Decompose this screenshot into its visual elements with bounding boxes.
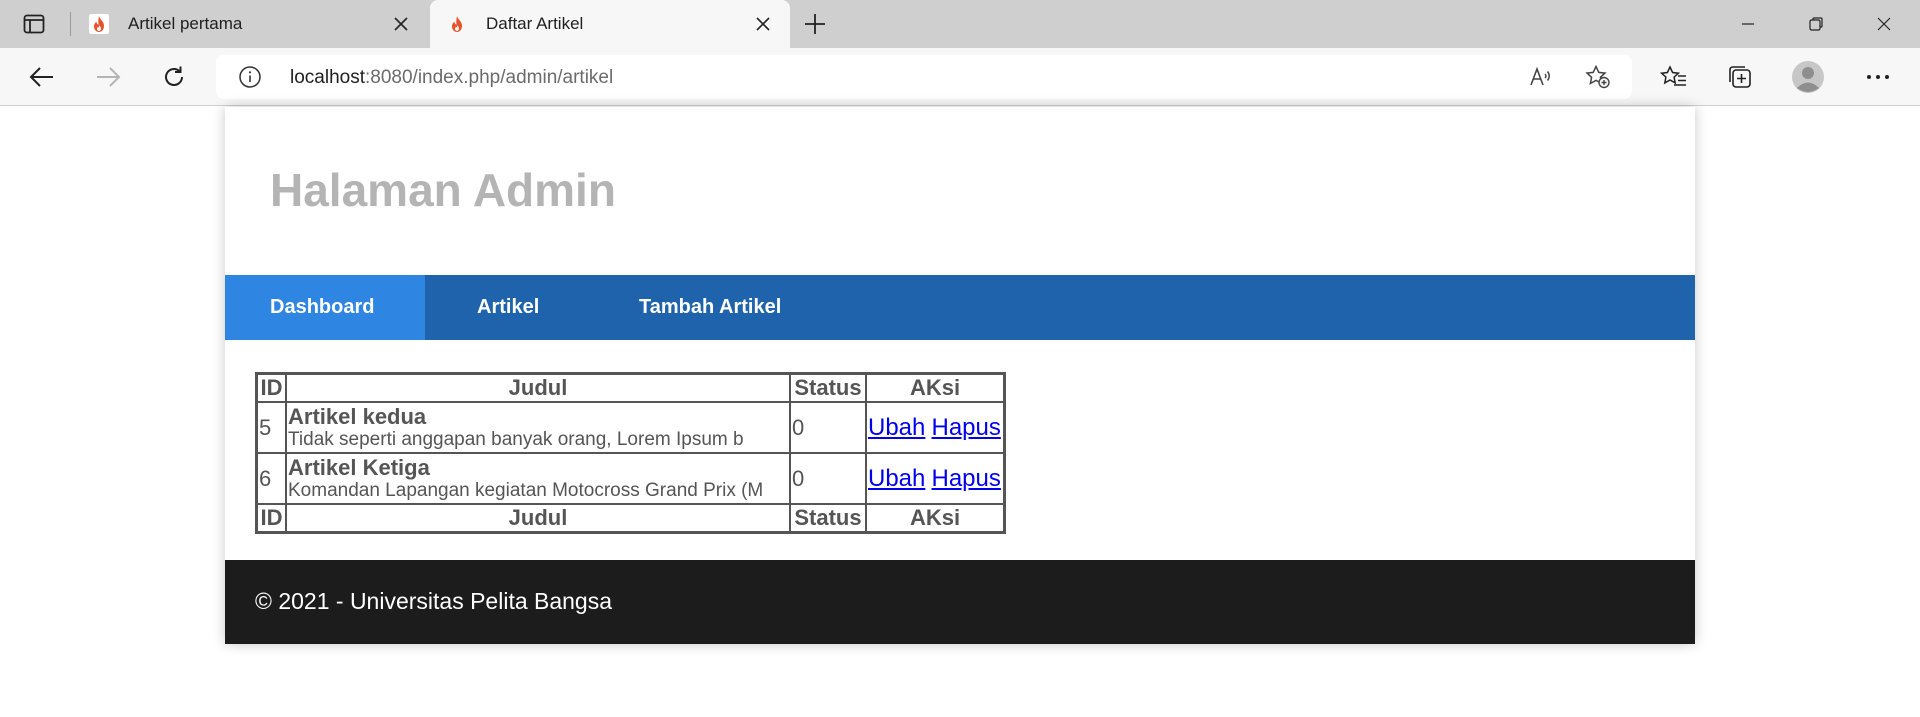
- address-bar[interactable]: localhost:8080/index.php/admin/artikel: [216, 55, 1632, 99]
- arrow-right-icon: [97, 67, 121, 87]
- tab-actions-button[interactable]: [20, 12, 48, 36]
- nav-dashboard-link[interactable]: Dashboard: [225, 275, 425, 340]
- flame-icon: [446, 13, 468, 35]
- page-viewport: Halaman Admin Dashboard Artikel Tambah A…: [0, 107, 1920, 717]
- forward-button[interactable]: [90, 60, 126, 94]
- flame-icon: [88, 13, 110, 35]
- minimize-icon: [1742, 23, 1754, 25]
- table-row: 5 Artikel kedua Tidak seperti anggapan b…: [257, 402, 1004, 453]
- browser-toolbar: localhost:8080/index.php/admin/artikel: [0, 48, 1920, 106]
- new-tab-button[interactable]: [800, 10, 830, 38]
- collections-button[interactable]: [1722, 60, 1758, 94]
- cell-judul: Artikel kedua Tidak seperti anggapan ban…: [286, 402, 790, 453]
- url-host: localhost: [290, 67, 365, 88]
- url-text[interactable]: localhost:8080/index.php/admin/artikel: [290, 67, 613, 89]
- cell-status: 0: [790, 453, 866, 504]
- close-icon[interactable]: [390, 13, 412, 35]
- table-footer-row: ID Judul Status AKsi: [257, 504, 1004, 532]
- restore-button[interactable]: [1796, 8, 1836, 40]
- url-path: :8080/index.php/admin/artikel: [365, 67, 614, 88]
- browser-tab-bar: Artikel pertama Daftar Artikel: [0, 0, 1920, 48]
- column-footer-id: ID: [257, 504, 286, 532]
- article-title: Artikel kedua: [288, 403, 427, 429]
- close-icon: [1877, 17, 1891, 31]
- profile-button[interactable]: [1790, 60, 1826, 94]
- page-container: Halaman Admin Dashboard Artikel Tambah A…: [225, 107, 1695, 644]
- nav-artikel-link[interactable]: Artikel: [477, 275, 539, 340]
- nav-tambah-artikel-link[interactable]: Tambah Artikel: [639, 275, 781, 340]
- cell-judul: Artikel Ketiga Komandan Lapangan kegiata…: [286, 453, 790, 504]
- reload-button[interactable]: [156, 60, 192, 94]
- back-button[interactable]: [24, 60, 60, 94]
- info-icon[interactable]: [238, 65, 262, 89]
- restore-icon: [1809, 17, 1823, 31]
- column-header-id: ID: [257, 374, 286, 402]
- column-footer-judul: Judul: [286, 504, 790, 532]
- column-footer-aksi: AKsi: [866, 504, 1004, 532]
- close-icon[interactable]: [752, 13, 774, 35]
- main-nav: Dashboard Artikel Tambah Artikel: [225, 275, 1695, 340]
- reload-icon: [165, 66, 183, 86]
- tab-daftar-artikel[interactable]: Daftar Artikel: [430, 0, 790, 48]
- cell-aksi: Ubah Hapus: [866, 402, 1004, 453]
- edit-link[interactable]: Ubah: [868, 414, 925, 441]
- footer-text: © 2021 - Universitas Pelita Bangsa: [255, 588, 613, 614]
- article-excerpt: Tidak seperti anggapan banyak orang, Lor…: [288, 428, 744, 450]
- tab-artikel-pertama[interactable]: Artikel pertama: [72, 0, 428, 48]
- edit-link[interactable]: Ubah: [868, 465, 925, 492]
- plus-icon: [805, 14, 825, 34]
- artikel-table: ID Judul Status AKsi 5 Artikel kedua Tid…: [255, 372, 1006, 534]
- page-header: Halaman Admin: [225, 107, 1695, 275]
- cell-aksi: Ubah Hapus: [866, 453, 1004, 504]
- tab-actions-icon: [23, 14, 45, 34]
- table-header-row: ID Judul Status AKsi: [257, 374, 1004, 402]
- profile-icon: [1792, 61, 1824, 93]
- delete-link[interactable]: Hapus: [932, 465, 1001, 492]
- column-header-status: Status: [790, 374, 866, 402]
- main-content: ID Judul Status AKsi 5 Artikel kedua Tid…: [255, 372, 1006, 534]
- page-title: Halaman Admin: [270, 164, 616, 216]
- more-button[interactable]: [1860, 60, 1896, 94]
- column-header-aksi: AKsi: [866, 374, 1004, 402]
- favorites-icon: [1660, 65, 1686, 86]
- window-close-button[interactable]: [1864, 8, 1904, 40]
- cell-id: 6: [257, 453, 286, 504]
- star-add-icon[interactable]: [1584, 65, 1612, 89]
- more-icon: [1867, 75, 1889, 79]
- tab-title: Artikel pertama: [128, 14, 243, 33]
- article-excerpt: Komandan Lapangan kegiatan Motocross Gra…: [288, 479, 764, 501]
- column-header-judul: Judul: [286, 374, 790, 402]
- tab-separator: [70, 12, 71, 36]
- column-footer-status: Status: [790, 504, 866, 532]
- favorites-button[interactable]: [1656, 60, 1692, 94]
- table-row: 6 Artikel Ketiga Komandan Lapangan kegia…: [257, 453, 1004, 504]
- delete-link[interactable]: Hapus: [932, 414, 1001, 441]
- article-title: Artikel Ketiga: [288, 454, 430, 480]
- read-aloud-icon[interactable]: [1528, 65, 1556, 89]
- page-footer: © 2021 - Universitas Pelita Bangsa: [225, 560, 1695, 644]
- cell-id: 5: [257, 402, 286, 453]
- arrow-left-icon: [29, 67, 53, 87]
- cell-status: 0: [790, 402, 866, 453]
- tab-title: Daftar Artikel: [486, 14, 584, 33]
- collections-icon: [1729, 66, 1751, 88]
- minimize-button[interactable]: [1728, 8, 1768, 40]
